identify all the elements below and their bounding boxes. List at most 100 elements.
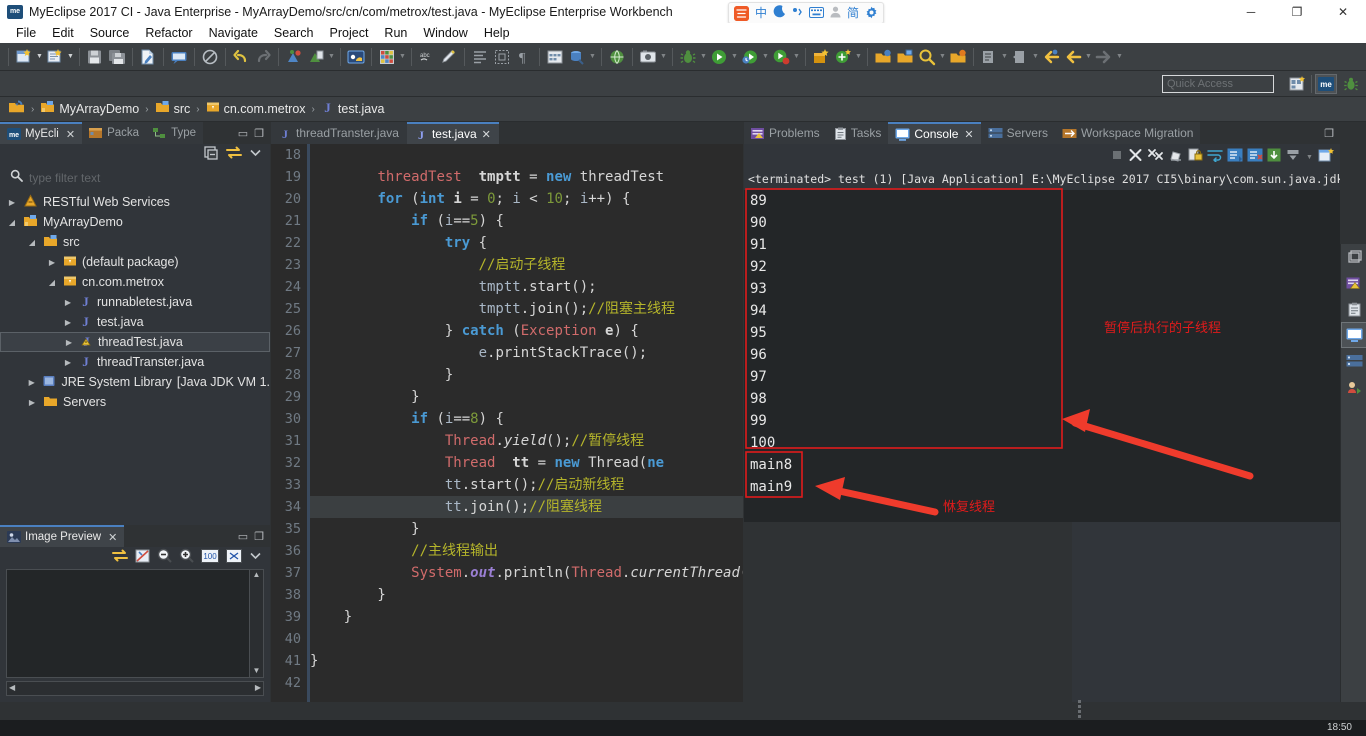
paragraph-marks-icon[interactable]: ¶ [513,47,535,67]
menu-source[interactable]: Source [82,26,138,40]
chevron-right-icon[interactable]: ▶ [63,338,75,347]
new-project-dropdown-icon[interactable]: ▼ [854,47,863,67]
database-explorer-icon[interactable] [566,47,588,67]
forward-dropdown-icon[interactable]: ▼ [1115,47,1124,67]
code-line[interactable]: tmptt.start(); [310,276,743,298]
code-line[interactable]: tt.start();//启动新线程 [310,474,743,496]
chevron-down-icon[interactable]: ◢ [6,218,18,227]
new-wizard-dropdown-icon[interactable]: ▼ [35,47,44,67]
code-line[interactable]: if (i==5) { [310,210,743,232]
menu-run[interactable]: Run [376,26,415,40]
explorer-filter[interactable]: type filter text [4,168,266,188]
code-lines[interactable]: threadTest tmptt = new threadTest for (i… [310,144,743,704]
maximize-panel-icon[interactable]: ❐ [254,127,264,140]
tree-item-runnabletest-java[interactable]: ▶ J runnabletest.java [0,292,270,312]
last-edit-location-icon[interactable] [978,47,1000,67]
maximize-panel-icon[interactable]: ❐ [254,530,264,543]
rail-problems-icon[interactable] [1341,270,1366,296]
back-arrow-icon[interactable] [1062,47,1084,67]
forward-arrow-icon[interactable] [1093,47,1115,67]
tree-item-default-package[interactable]: ▶ (default package) [0,252,270,272]
run-stop-icon[interactable] [770,47,792,67]
menu-window[interactable]: Window [415,26,475,40]
scroll-down-icon[interactable]: ▼ [250,666,263,675]
save-icon[interactable] [84,47,106,67]
ext-tools-dropdown-icon[interactable]: ▼ [761,47,770,67]
tab-workspace-migration[interactable]: Workspace Migration [1054,122,1201,144]
ime-user-icon[interactable] [830,6,841,20]
previous-edit-icon[interactable] [1040,47,1062,67]
code-line[interactable]: e.printStackTrace(); [310,342,743,364]
filter-input[interactable]: type filter text [29,171,100,185]
code-line[interactable]: } catch (Exception e) { [310,320,743,342]
zoom-100-icon[interactable]: 100 [201,548,219,568]
open-resource-icon[interactable] [894,47,916,67]
menu-help[interactable]: Help [476,26,518,40]
code-line[interactable]: Thread tt = new Thread(ne [310,452,743,474]
menu-navigate[interactable]: Navigate [201,26,266,40]
new-wizard-icon[interactable] [13,47,35,67]
sash-grip[interactable] [1078,698,1084,718]
tree-item-threadtest-java[interactable]: ▶ J threadTest.java [0,332,270,352]
back-history-icon[interactable] [1009,47,1031,67]
chevron-right-icon[interactable]: ▶ [46,258,58,267]
close-icon[interactable]: ✕ [482,128,491,141]
ime-mode-chinese-icon[interactable]: 中 [755,7,767,19]
menu-edit[interactable]: Edit [44,26,82,40]
close-icon[interactable]: ✕ [66,128,75,141]
tab-package-explorer[interactable]: Packa [82,122,147,144]
display-selected-console-icon[interactable] [1286,148,1301,167]
breadcrumb-root-icon[interactable] [8,99,25,119]
view-menu-icon[interactable] [249,146,262,164]
menu-project[interactable]: Project [322,26,377,40]
chevron-down-icon[interactable]: ◢ [46,278,58,287]
tab-tasks[interactable]: Tasks [826,122,889,144]
open-type-icon[interactable] [872,47,894,67]
rail-tasks-icon[interactable] [1341,296,1366,322]
save-all-icon[interactable] [106,47,128,67]
screenshot-icon[interactable] [637,47,659,67]
run-dropdown-icon[interactable]: ▼ [730,47,739,67]
breadcrumb-item-package[interactable]: cn.com.metrox [224,102,306,116]
tree-item-restful-web-services[interactable]: ▶ RESTful Web Services [0,192,270,212]
chevron-right-icon[interactable]: ▶ [26,398,38,407]
align-icon[interactable] [469,47,491,67]
back-history-dropdown-icon[interactable]: ▼ [1031,47,1040,67]
ime-toolbar[interactable]: 中 简 [728,2,885,24]
open-task-icon[interactable] [947,47,969,67]
open-console-icon[interactable] [1318,147,1334,167]
code-line[interactable]: } [310,650,743,672]
tree-item-threadtranster-java[interactable]: ▶ J threadTranster.java [0,352,270,372]
minimize-panel-icon[interactable]: ▭ [238,127,248,140]
code-line[interactable]: } [310,364,743,386]
palette-dropdown-icon[interactable]: ▼ [398,47,407,67]
tree-item-test-java[interactable]: ▶ J test.java [0,312,270,332]
view-menu-icon[interactable] [249,549,262,567]
redo-icon[interactable] [252,47,274,67]
ime-punctuation-icon[interactable] [792,6,803,21]
code-line[interactable]: try { [310,232,743,254]
code-line[interactable]: for (int i = 0; i < 10; i++) { [310,188,743,210]
spellcheck-icon[interactable]: abc [416,47,438,67]
code-line[interactable]: tmptt.join();//阻塞主线程 [310,298,743,320]
new-java-class-icon[interactable] [44,47,66,67]
ime-moon-icon[interactable] [773,5,786,21]
clear-console-icon[interactable] [1168,148,1184,167]
code-line[interactable] [310,628,743,650]
show-console-on-output-icon[interactable] [1227,148,1243,167]
zoom-out-icon[interactable] [157,548,172,568]
tab-servers[interactable]: Servers [980,122,1055,144]
perspective-debug[interactable] [1340,74,1362,94]
show-console-on-error-icon[interactable] [1247,148,1263,167]
ime-settings-gear-icon[interactable] [865,6,878,21]
tree-item-src[interactable]: ◢ src [0,232,270,252]
print-preview-icon[interactable] [137,47,159,67]
tab-myeclipse-explorer[interactable]: me MyEcli ✕ [0,122,83,144]
palette-icon[interactable] [376,47,398,67]
stop-dropdown-icon[interactable]: ▼ [792,47,801,67]
web-browser-icon[interactable] [606,47,628,67]
myeclipse-explorer-icon[interactable] [345,47,367,67]
database-dropdown-icon[interactable]: ▼ [588,47,597,67]
code-line[interactable]: tt.join();//阻塞线程 [310,496,743,518]
new-project-icon[interactable] [832,47,854,67]
